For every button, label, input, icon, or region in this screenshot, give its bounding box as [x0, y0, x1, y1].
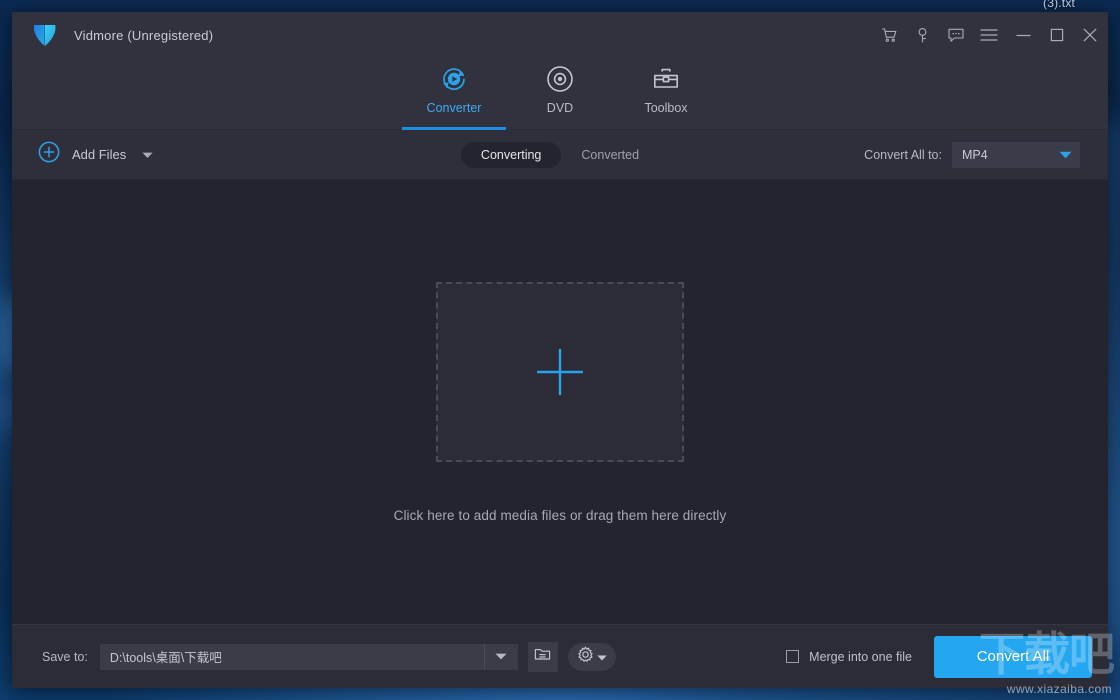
plus-icon: [537, 348, 583, 395]
tab-toolbox[interactable]: Toolbox: [613, 58, 719, 129]
checkbox-box: [786, 650, 800, 663]
queue-filter-segmented: Converting Converted: [460, 141, 659, 168]
tab-converter-label: Converter: [426, 101, 482, 115]
tab-dvd-label: DVD: [546, 101, 574, 115]
minimize-icon[interactable]: [1007, 12, 1040, 58]
close-icon[interactable]: [1073, 12, 1106, 58]
folder-open-icon: [534, 646, 551, 667]
add-files-button[interactable]: Add Files: [38, 141, 153, 168]
segment-converting[interactable]: Converting: [460, 141, 562, 168]
merge-into-one-file-label: Merge into one file: [809, 649, 912, 664]
chevron-down-icon[interactable]: [483, 643, 518, 670]
tab-dvd[interactable]: DVD: [507, 58, 613, 129]
desktop-file-label: (3).txt: [1043, 0, 1076, 10]
chevron-down-icon: [597, 648, 607, 666]
window-controls: [873, 12, 1108, 58]
settings-button[interactable]: [567, 642, 616, 671]
merge-into-one-file-checkbox[interactable]: Merge into one file: [786, 650, 912, 664]
window-title: Vidmore (Unregistered): [74, 27, 214, 43]
main-nav-bar: Converter DVD Toolbox: [12, 58, 1108, 130]
vidmore-app-window: Vidmore (Unregistered) Converter DVD Too…: [12, 12, 1108, 688]
tab-converter[interactable]: Converter: [401, 58, 507, 130]
feedback-icon[interactable]: [939, 12, 972, 58]
converter-icon: [439, 64, 469, 94]
segment-converted[interactable]: Converted: [561, 142, 659, 168]
output-format-select[interactable]: MP4: [952, 141, 1080, 168]
add-files-label: Add Files: [72, 147, 127, 162]
file-drop-area[interactable]: Click here to add media files or drag th…: [12, 180, 1108, 624]
toolbox-icon: [652, 64, 680, 94]
vidmore-shield-logo: [34, 25, 56, 46]
menu-icon[interactable]: [972, 12, 1005, 58]
drop-hint-text: Click here to add media files or drag th…: [393, 507, 727, 523]
action-toolbar: Add Files Converting Converted Convert A…: [12, 130, 1108, 180]
cart-icon[interactable]: [873, 12, 906, 58]
save-to-label: Save to:: [42, 649, 88, 664]
maximize-icon[interactable]: [1040, 12, 1073, 58]
browse-folder-button[interactable]: [527, 641, 558, 672]
nav-tabs: Converter DVD Toolbox: [401, 58, 719, 130]
chevron-down-icon[interactable]: [142, 146, 153, 164]
convert-all-to-label: Convert All to:: [864, 147, 942, 162]
bottom-bar: Save to: D:\tools\桌面\下载吧 Merge into one …: [12, 624, 1108, 688]
title-bar: Vidmore (Unregistered): [12, 12, 1108, 58]
dvd-disc-icon: [546, 64, 574, 94]
convert-all-button[interactable]: Convert All: [934, 635, 1092, 678]
save-path-field[interactable]: D:\tools\桌面\下载吧: [99, 643, 518, 670]
output-format-value: MP4: [962, 147, 988, 162]
chevron-down-icon: [1059, 146, 1072, 164]
convert-all-to-group: Convert All to: MP4: [864, 141, 1080, 168]
gear-icon: [577, 645, 594, 668]
save-path-value: D:\tools\桌面\下载吧: [109, 651, 222, 665]
plus-circle-icon: [38, 141, 60, 168]
tab-toolbox-label: Toolbox: [644, 101, 688, 115]
key-icon[interactable]: [906, 12, 939, 58]
add-media-dropzone[interactable]: [436, 281, 684, 462]
